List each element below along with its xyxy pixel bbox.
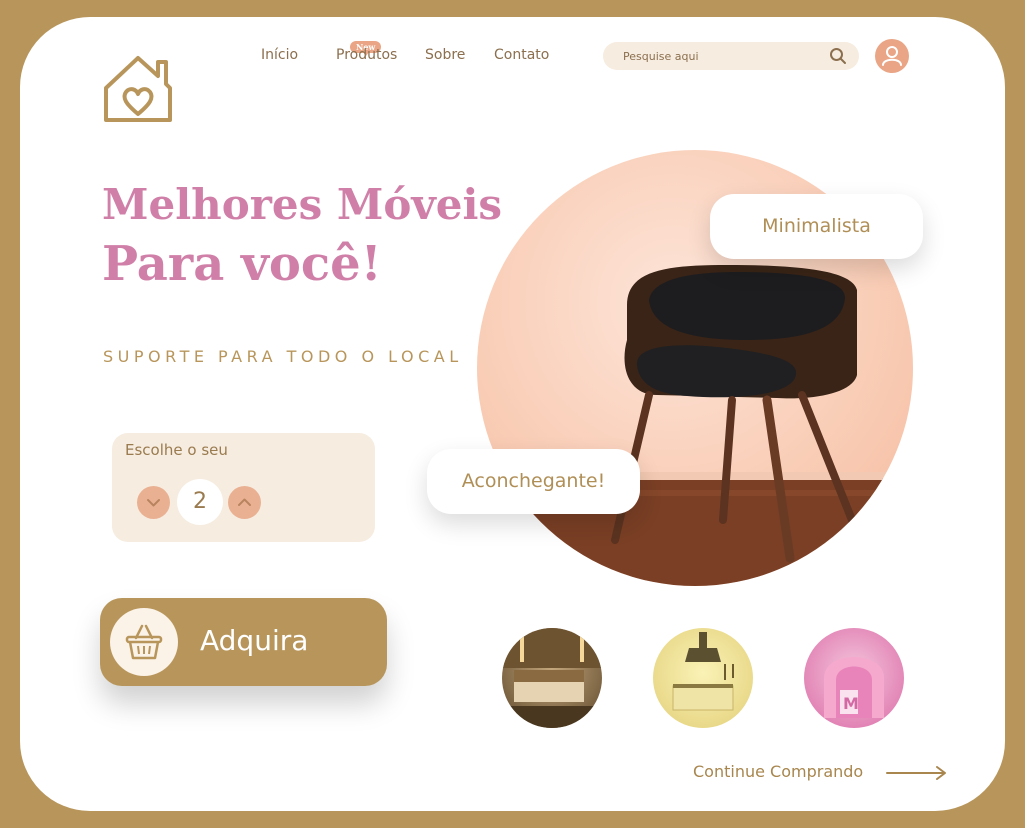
nav-item-sobre[interactable]: Sobre: [425, 47, 465, 63]
category-kids-thumbnail[interactable]: M: [804, 628, 904, 728]
buy-button[interactable]: Adquira: [100, 598, 387, 686]
arrow-right-icon[interactable]: [886, 765, 948, 781]
quantity-value: 2: [177, 479, 223, 525]
house-heart-logo[interactable]: [100, 50, 176, 126]
nav-item-produtos[interactable]: Produtos: [336, 47, 397, 63]
category-kitchen-thumbnail[interactable]: [653, 628, 753, 728]
kids-room-illustration: M: [824, 657, 884, 718]
kitchen-illustration: [672, 632, 734, 711]
tagline: SUPORTE PARA TODO O LOCAL: [103, 347, 463, 366]
decrease-button[interactable]: [137, 486, 170, 519]
chevron-down-icon: [147, 499, 160, 507]
nav-item-contato[interactable]: Contato: [494, 47, 549, 63]
quantity-selector: Escolhe o seu 2: [112, 433, 375, 542]
quantity-label: Escolhe o seu: [125, 441, 228, 459]
bed-illustration: [502, 628, 602, 728]
search-input[interactable]: [603, 42, 803, 70]
basket-icon-wrap: [110, 608, 178, 676]
search-bar: [603, 42, 859, 70]
avatar[interactable]: [875, 39, 909, 73]
buy-button-label: Adquira: [200, 624, 309, 657]
basket-icon: [125, 624, 163, 660]
chevron-up-icon: [238, 498, 251, 506]
tag-aconchegante[interactable]: Aconchegante!: [427, 449, 640, 514]
continue-shopping-link[interactable]: Continue Comprando: [693, 762, 863, 781]
category-bedroom-thumbnail[interactable]: [502, 628, 602, 728]
search-icon[interactable]: [829, 47, 847, 65]
user-icon: [882, 46, 902, 66]
svg-text:M: M: [843, 694, 859, 713]
nav-item-inicio[interactable]: Início: [261, 47, 298, 63]
main-card: Início New Produtos Sobre Contato Melhor…: [20, 17, 1005, 811]
tag-minimalista[interactable]: Minimalista: [710, 194, 923, 259]
title-line-1: Melhores Móveis: [102, 180, 503, 229]
increase-button[interactable]: [228, 486, 261, 519]
page-title: Melhores Móveis Para você!: [102, 177, 502, 295]
title-line-2: Para você!: [102, 236, 382, 292]
